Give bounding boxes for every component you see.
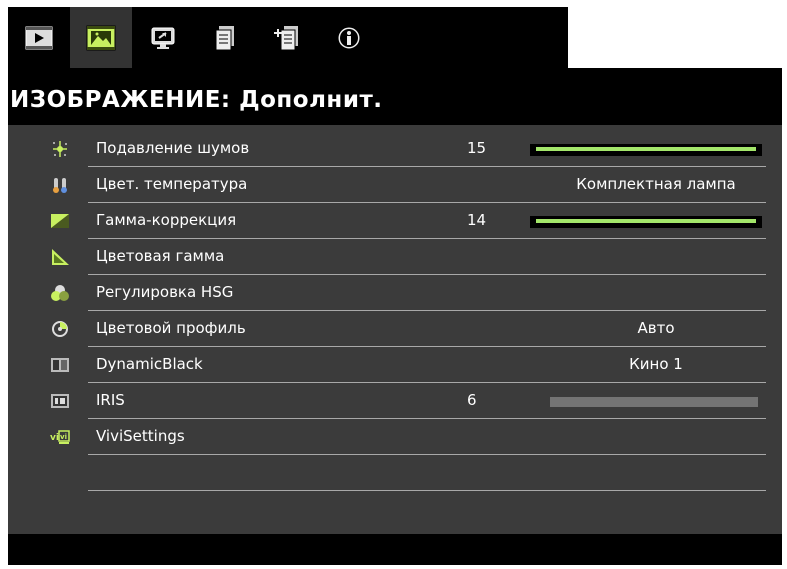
page-title-bar: ИЗОБРАЖЕНИЕ: Дополнит.: [8, 75, 782, 125]
monitor-icon: [151, 27, 175, 49]
menu-item-label: ViviSettings: [96, 427, 185, 445]
svg-text:vi: vi: [50, 433, 59, 443]
tab-settings[interactable]: [194, 7, 256, 68]
osd-menu: ИЗОБРАЖЕНИЕ: Дополнит. Подавление шумов …: [8, 7, 782, 565]
menu-item-value: 15: [467, 139, 487, 157]
tab-video[interactable]: [8, 7, 70, 68]
document-icon: [215, 25, 234, 50]
slider-fill: [536, 147, 756, 151]
menu-item-noise-reduction[interactable]: Подавление шумов 15: [8, 131, 782, 167]
page-title: ИЗОБРАЖЕНИЕ: Дополнит.: [10, 87, 383, 113]
documents-plus-icon: [274, 25, 298, 50]
iris-icon: [51, 394, 69, 408]
slider-fill: [536, 219, 756, 223]
gamma-slider[interactable]: [530, 216, 762, 228]
menu-item-value: 6: [467, 391, 477, 409]
vivisettings-icon: vi vi: [50, 430, 70, 444]
menu-item-option: Авто: [637, 319, 675, 337]
menu-item-label: Регулировка HSG: [96, 283, 234, 301]
color-gamut-icon: [52, 249, 69, 265]
menu-item-label: Гамма-коррекция: [96, 211, 237, 229]
menu-item-label: IRIS: [96, 391, 125, 409]
bottom-bar: [8, 534, 782, 565]
picture-icon: [86, 25, 116, 50]
noise-reduction-slider[interactable]: [530, 144, 762, 156]
gamma-icon: [51, 214, 69, 228]
menu-item-color-temperature[interactable]: Цвет. температура Комплектная лампа: [8, 167, 782, 203]
tab-advanced[interactable]: [256, 7, 318, 68]
menu-item-label: Цветовой профиль: [96, 319, 246, 337]
menu-item-hsg[interactable]: Регулировка HSG: [8, 275, 782, 311]
menu-item-label: Цвет. температура: [96, 175, 248, 193]
color-profile-icon: [52, 321, 68, 337]
tab-bar-filler: [568, 7, 782, 68]
slider-fill: [550, 397, 758, 407]
row-divider-empty: [88, 490, 766, 491]
menu-item-label: Цветовая гамма: [96, 247, 225, 265]
menu-item-color-gamut[interactable]: Цветовая гамма: [8, 239, 782, 275]
thermometer-icon: [53, 178, 67, 193]
info-icon: [337, 26, 361, 49]
play-icon: [25, 26, 53, 49]
menu-item-label: Подавление шумов: [96, 139, 250, 157]
iris-slider-disabled: [550, 397, 758, 407]
menu-item-label: DynamicBlack: [96, 355, 203, 373]
tab-picture[interactable]: [70, 7, 132, 68]
row-divider: [88, 454, 766, 455]
tab-display[interactable]: [132, 7, 194, 68]
tab-bar: [8, 7, 568, 68]
noise-reduction-icon: [53, 141, 67, 157]
dynamic-black-icon: [51, 358, 69, 372]
menu-item-vivisettings[interactable]: vi vi ViviSettings: [8, 419, 782, 455]
menu-item-option: Комплектная лампа: [576, 175, 736, 193]
menu-item-dynamic-black[interactable]: DynamicBlack Кино 1: [8, 347, 782, 383]
menu-item-gamma[interactable]: Гамма-коррекция 14: [8, 203, 782, 239]
menu-item-color-profile[interactable]: Цветовой профиль Авто: [8, 311, 782, 347]
menu-panel: Подавление шумов 15 Цвет. температура Ко…: [8, 125, 782, 534]
hsg-icon: [51, 285, 69, 301]
menu-item-value: 14: [467, 211, 487, 229]
menu-item-iris[interactable]: IRIS 6: [8, 383, 782, 419]
tab-info[interactable]: [318, 7, 380, 68]
svg-text:vi: vi: [60, 433, 67, 441]
menu-item-option: Кино 1: [629, 355, 683, 373]
